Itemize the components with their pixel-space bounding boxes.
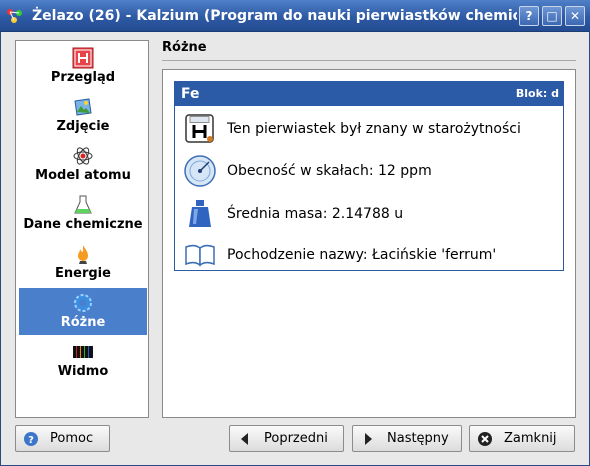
page-title: Różne xyxy=(162,40,207,55)
close-window-button[interactable]: ✕ xyxy=(565,6,585,26)
info-text: Średnia masa: 2.14788 u xyxy=(227,206,404,222)
close-button-label: Zamknij xyxy=(504,431,557,446)
element-block: Blok: d xyxy=(515,87,559,100)
h-element-icon xyxy=(72,47,94,69)
info-row-name-origin: Pochodzenie nazwy: Łacińskie 'ferrum' xyxy=(183,238,559,272)
sidebar-item-picture[interactable]: Zdjęcie xyxy=(19,92,147,139)
svg-text:?: ? xyxy=(28,435,34,446)
next-button-label: Następny xyxy=(387,431,449,446)
flask-icon xyxy=(74,195,92,214)
next-button[interactable]: Następny xyxy=(352,425,462,452)
arrow-right-icon xyxy=(365,433,372,445)
content-panel: Fe Blok: d Ten pierwiastek był znany w s… xyxy=(162,69,576,418)
arrow-left-icon xyxy=(241,433,248,445)
sidebar-item-overview[interactable]: Przegląd xyxy=(19,43,147,90)
info-text: Pochodzenie nazwy: Łacińskie 'ferrum' xyxy=(227,247,497,263)
sidebar-item-label: Energie xyxy=(55,266,111,281)
help-window-button[interactable]: ? xyxy=(519,6,539,26)
ancient-element-icon xyxy=(185,114,214,143)
sidebar-item-misc[interactable]: Różne xyxy=(19,288,147,335)
sidebar-item-label: Widmo xyxy=(57,364,109,379)
sidebar-item-label: Zdjęcie xyxy=(56,119,110,134)
sidebar: Przegląd Zdjęcie Model atomu Dane chemic… xyxy=(15,40,149,418)
flame-icon xyxy=(78,245,88,264)
window-title: Żelazo (26) - Kalzium (Program do nauki … xyxy=(32,8,517,24)
card-header: Fe Blok: d xyxy=(175,82,563,106)
sidebar-item-label: Różne xyxy=(60,315,106,330)
sidebar-item-spectrum[interactable]: Widmo xyxy=(19,337,147,384)
kalzium-app-icon xyxy=(7,9,22,23)
help-button[interactable]: ? Pomoc xyxy=(15,425,110,452)
close-icon xyxy=(478,432,492,446)
info-text: Ten pierwiastek był znany w starożytnośc… xyxy=(227,121,521,137)
help-button-label: Pomoc xyxy=(50,431,94,446)
info-text: Obecność w skałach: 12 ppm xyxy=(227,163,432,179)
info-row-abundance: Obecność w skałach: 12 ppm xyxy=(183,154,559,188)
rock-abundance-icon xyxy=(184,155,216,187)
spectrum-icon xyxy=(73,346,93,358)
title-bar[interactable]: Żelazo (26) - Kalzium (Program do nauki … xyxy=(0,0,590,32)
sidebar-item-label: Model atomu xyxy=(35,168,131,183)
info-row-known-since: Ten pierwiastek był znany w starożytnośc… xyxy=(183,112,559,146)
picture-icon xyxy=(74,98,92,116)
sidebar-item-label: Przegląd xyxy=(50,70,116,85)
sidebar-item-energies[interactable]: Energie xyxy=(19,239,147,286)
help-icon: ? xyxy=(24,432,38,446)
maximize-window-button[interactable]: □ xyxy=(542,6,562,26)
previous-button[interactable]: Poprzedni xyxy=(229,425,344,452)
atom-icon xyxy=(73,147,93,165)
info-row-mass: Średnia masa: 2.14788 u xyxy=(183,197,559,231)
element-symbol: Fe xyxy=(181,86,200,102)
sidebar-item-chemical-data[interactable]: Dane chemiczne xyxy=(19,190,147,237)
weight-icon xyxy=(189,200,211,227)
sidebar-item-atom-model[interactable]: Model atomu xyxy=(19,141,147,188)
gear-icon xyxy=(74,294,92,312)
book-icon xyxy=(185,244,215,267)
element-info-card: Fe Blok: d Ten pierwiastek był znany w s… xyxy=(174,81,564,271)
close-button[interactable]: Zamknij xyxy=(469,425,575,452)
previous-button-label: Poprzedni xyxy=(264,431,328,446)
divider xyxy=(162,60,576,61)
sidebar-item-label: Dane chemiczne xyxy=(23,217,143,232)
